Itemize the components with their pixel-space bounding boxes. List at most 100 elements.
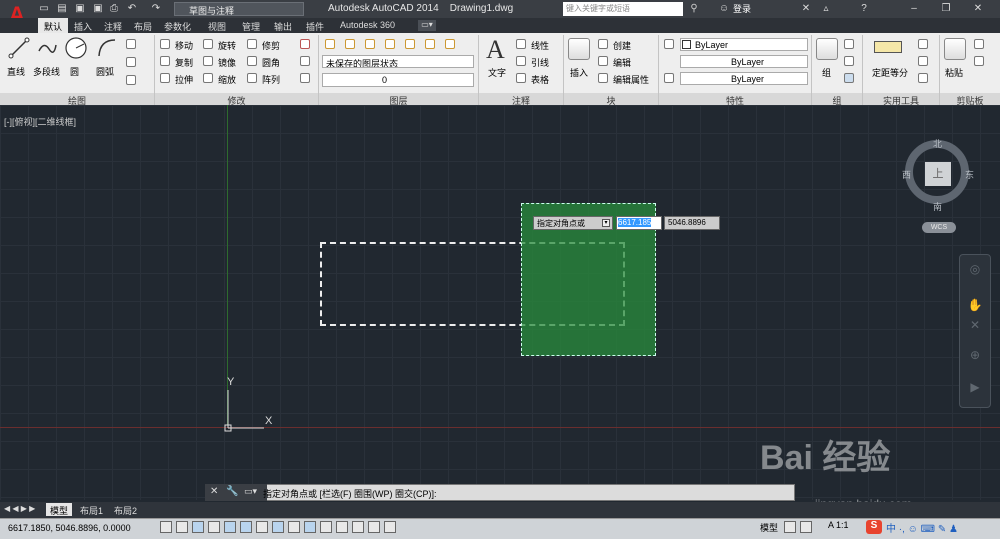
copy-clip-icon[interactable]	[974, 56, 984, 66]
quick-properties-icon[interactable]	[352, 521, 364, 533]
polar-tracking-icon[interactable]	[224, 521, 236, 533]
layout-tab-model[interactable]: 模型	[46, 503, 73, 516]
command-close-icon[interactable]: ✕	[210, 486, 218, 497]
layer-icon-2[interactable]	[345, 39, 355, 49]
leader-icon[interactable]	[516, 56, 526, 66]
panel-title-layers[interactable]: 图层	[319, 93, 478, 106]
rectangle-icon[interactable]	[126, 39, 136, 49]
dimension-icon[interactable]	[516, 39, 526, 49]
save-icon[interactable]: ▣	[74, 3, 86, 15]
panel-title-draw[interactable]: 绘图	[0, 93, 154, 106]
layout-nav-arrows[interactable]: ◀ ◀ ▶ ▶	[4, 504, 35, 513]
search-input[interactable]: 键入关键字或短语	[563, 2, 683, 16]
user-icon[interactable]: ☺	[718, 3, 730, 15]
match-properties-icon[interactable]	[664, 39, 674, 49]
minimize-icon[interactable]: –	[908, 3, 920, 15]
text-icon[interactable]: A	[486, 35, 505, 65]
print-icon[interactable]: ⎙	[108, 3, 120, 15]
viewport-controls[interactable]: [-][俯视][二维线框]	[4, 115, 76, 128]
tab-plugins[interactable]: 插件	[300, 18, 330, 33]
infer-constraints-icon[interactable]	[160, 521, 172, 533]
array-icon[interactable]	[247, 73, 257, 83]
edit-attr-label[interactable]: 编辑属性	[613, 73, 649, 86]
save-as-icon[interactable]: ▣	[92, 3, 104, 15]
annotation-scale-icon[interactable]: A 1:1	[828, 520, 849, 530]
edit-block-icon[interactable]	[598, 56, 608, 66]
sogou-ime-icon[interactable]: S	[866, 520, 882, 534]
exchange-icon[interactable]: ✕	[800, 3, 812, 15]
fillet-label[interactable]: 圆角	[262, 56, 280, 69]
circle-button-label[interactable]: 圆	[70, 65, 79, 78]
insert-block-icon[interactable]	[568, 38, 590, 60]
create-block-icon[interactable]	[598, 39, 608, 49]
tab-annotate[interactable]: 注释	[98, 18, 128, 33]
compass-south[interactable]: 南	[933, 200, 942, 213]
group-label[interactable]: 组	[822, 66, 831, 79]
arc-icon[interactable]	[96, 37, 118, 59]
snap-mode-icon[interactable]	[176, 521, 188, 533]
leader-label[interactable]: 引线	[531, 56, 549, 69]
move-label[interactable]: 移动	[175, 39, 193, 52]
hatch-icon[interactable]	[126, 57, 136, 67]
cut-icon[interactable]	[974, 39, 984, 49]
quick-view-drawings-icon[interactable]	[800, 521, 812, 533]
panel-title-groups[interactable]: 组	[812, 93, 862, 106]
tab-autodesk360[interactable]: Autodesk 360	[334, 18, 401, 33]
utility-icon-1[interactable]	[918, 39, 928, 49]
panel-title-properties[interactable]: 特性	[659, 93, 811, 106]
trim-label[interactable]: 修剪	[262, 39, 280, 52]
tab-output[interactable]: 输出	[268, 18, 298, 33]
linetype-dropdown[interactable]: ByLayer	[680, 55, 808, 68]
transparency-icon[interactable]	[336, 521, 348, 533]
panel-title-block[interactable]: 块	[564, 93, 658, 106]
redo-icon[interactable]: ↷	[150, 3, 162, 15]
tab-layout[interactable]: 布局	[128, 18, 158, 33]
explode-icon[interactable]	[300, 56, 310, 66]
tab-view[interactable]: 视图	[202, 18, 232, 33]
layer-current-dropdown[interactable]	[322, 73, 474, 87]
erase-icon[interactable]	[300, 39, 310, 49]
tab-manage[interactable]: 管理	[236, 18, 266, 33]
orbit-icon[interactable]: ⊕	[966, 348, 984, 364]
3d-osnap-icon[interactable]	[256, 521, 268, 533]
tab-parametric[interactable]: 参数化	[158, 18, 197, 33]
group-icon[interactable]	[816, 38, 838, 60]
table-label[interactable]: 表格	[531, 73, 549, 86]
stretch-label[interactable]: 拉伸	[175, 73, 193, 86]
workspace-dropdown[interactable]: 草图与注释	[174, 2, 304, 16]
panel-title-utilities[interactable]: 实用工具	[863, 93, 939, 106]
trim-icon[interactable]	[247, 39, 257, 49]
group-select-icon[interactable]	[844, 73, 854, 83]
paste-icon[interactable]	[944, 38, 966, 60]
compass-west[interactable]: 西	[902, 168, 911, 181]
dynamic-input-y-field[interactable]: 5046.8896	[664, 216, 720, 230]
ducs-icon[interactable]	[288, 521, 300, 533]
showmotion-icon[interactable]: ▶	[966, 380, 984, 396]
copy-icon[interactable]	[160, 56, 170, 66]
layout-tab-2[interactable]: 布局2	[110, 503, 141, 516]
panel-title-modify[interactable]: 修改	[155, 93, 318, 106]
paste-label[interactable]: 粘贴	[945, 66, 963, 79]
command-recent-icon[interactable]: ▭▾	[244, 486, 257, 497]
close-icon[interactable]: ✕	[972, 3, 984, 15]
utility-icon-2[interactable]	[918, 56, 928, 66]
insert-label[interactable]: 插入	[570, 66, 588, 79]
polyline-button-label[interactable]: 多段线	[33, 65, 60, 78]
polyline-icon[interactable]	[36, 37, 58, 59]
restore-icon[interactable]: ❐	[940, 3, 952, 15]
binoculars-icon[interactable]: ⚲	[688, 3, 700, 15]
object-snap-icon[interactable]	[240, 521, 252, 533]
tab-insert[interactable]: 插入	[68, 18, 98, 33]
dynamic-input-icon[interactable]	[304, 521, 316, 533]
object-snap-tracking-icon[interactable]	[272, 521, 284, 533]
layer-icon-4[interactable]	[385, 39, 395, 49]
zoom-extents-icon[interactable]: ✕	[966, 318, 984, 334]
dynamic-input-x-field[interactable]: 6617.185	[616, 216, 662, 230]
undo-icon[interactable]: ↶	[126, 3, 138, 15]
steering-wheel-icon[interactable]: ◎	[966, 262, 984, 278]
table-icon[interactable]	[516, 73, 526, 83]
login-button[interactable]: 登录	[733, 2, 751, 15]
scale-label[interactable]: 缩放	[218, 73, 236, 86]
tab-default[interactable]: 默认	[38, 18, 69, 33]
layer-icon-3[interactable]	[365, 39, 375, 49]
